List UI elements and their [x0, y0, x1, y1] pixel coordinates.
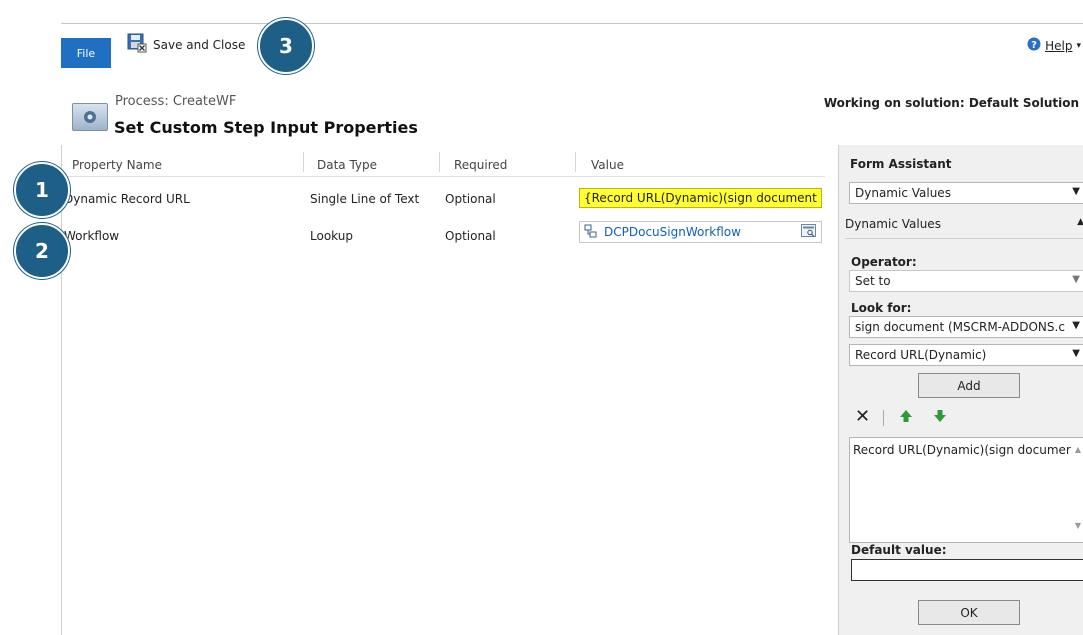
column-header-separator [575, 152, 576, 172]
workflow-lookup-field[interactable]: DCPDocuSignWorkflow [579, 221, 822, 243]
save-close-icon [127, 33, 147, 56]
row-2-property-name: Workflow [64, 229, 120, 243]
file-tab[interactable]: File [61, 38, 111, 68]
assistant-mode-select[interactable]: Dynamic Values ▼ [849, 182, 1083, 204]
lookup-icon[interactable] [801, 223, 817, 241]
dropdown-arrow-icon: ▼ [1072, 274, 1080, 285]
column-header-property-name[interactable]: Property Name [72, 158, 162, 172]
column-header-value[interactable]: Value [591, 158, 624, 172]
default-value-label: Default value: [851, 543, 947, 557]
grid-left-border [61, 145, 62, 635]
toolbar-separator [883, 410, 884, 426]
column-header-required[interactable]: Required [454, 158, 507, 172]
delete-icon[interactable]: ✕ [855, 408, 870, 426]
look-for-entity-select[interactable]: sign document (MSCRM-ADDONS.c ▼ [849, 316, 1083, 338]
dropdown-arrow-icon: ▼ [1072, 186, 1080, 197]
save-and-close-label: Save and Close [153, 37, 246, 52]
help-label: Help [1045, 38, 1073, 53]
row-2-required: Optional [445, 229, 496, 243]
dynamic-values-section-label[interactable]: Dynamic Values [845, 217, 941, 231]
row-1-property-name: Dynamic Record URL [64, 192, 190, 206]
collapse-icon[interactable]: ▲ [1077, 217, 1083, 227]
dropdown-arrow-icon: ▼ [1072, 320, 1080, 331]
column-separator [439, 152, 440, 172]
process-name: Process: CreateWF [115, 94, 237, 109]
grid-header: Property Name Data Type Required Value [62, 148, 825, 177]
process-icon [72, 103, 108, 131]
chevron-down-icon: ▾ [1076, 40, 1081, 51]
help-menu[interactable]: ? Help ▾ [1027, 37, 1081, 54]
look-for-field-value: Record URL(Dynamic) [855, 348, 987, 362]
callout-1: 1 [14, 162, 70, 218]
save-and-close-button[interactable]: Save and Close [127, 33, 245, 56]
operator-select[interactable]: Set to ▼ [849, 270, 1083, 292]
help-icon: ? [1027, 37, 1041, 54]
ok-button[interactable]: OK [918, 600, 1020, 625]
look-for-label: Look for: [851, 301, 912, 315]
page-title: Set Custom Step Input Properties [114, 118, 418, 137]
look-for-entity-value: sign document (MSCRM-ADDONS.c [855, 320, 1065, 334]
column-separator [303, 152, 304, 172]
solution-info: Working on solution: Default Solution [823, 96, 1079, 110]
operator-value: Set to [855, 274, 891, 288]
list-item[interactable]: Record URL(Dynamic)(sign documer [853, 443, 1071, 457]
default-value-input[interactable] [851, 559, 1083, 581]
callout-2: 2 [14, 223, 70, 279]
move-down-icon[interactable] [933, 409, 947, 426]
scroll-up-arrow-icon[interactable]: ▲ [1075, 445, 1081, 454]
move-up-icon[interactable] [899, 409, 913, 426]
dynamic-record-url-value[interactable]: {Record URL(Dynamic)(sign document (M [579, 188, 822, 208]
operator-label: Operator: [851, 255, 917, 269]
row-2-data-type: Lookup [310, 229, 353, 243]
form-assistant-title: Form Assistant [850, 157, 952, 171]
dynamic-values-list[interactable]: Record URL(Dynamic)(sign documer [849, 437, 1083, 543]
svg-text:?: ? [1031, 40, 1037, 51]
workflow-lookup-value[interactable]: DCPDocuSignWorkflow [604, 225, 795, 239]
row-1-data-type: Single Line of Text [310, 192, 420, 206]
ribbon-divider [61, 23, 1083, 24]
callout-3: 3 [258, 18, 314, 74]
row-1-required: Optional [445, 192, 496, 206]
scroll-down-arrow-icon[interactable]: ▼ [1075, 521, 1081, 530]
workflow-record-icon [584, 224, 598, 241]
section-divider [845, 238, 1083, 239]
assistant-mode-value: Dynamic Values [855, 186, 951, 200]
dropdown-arrow-icon: ▼ [1072, 348, 1080, 359]
add-button[interactable]: Add [918, 373, 1020, 398]
column-header-data-type[interactable]: Data Type [317, 158, 377, 172]
look-for-field-select[interactable]: Record URL(Dynamic) ▼ [849, 344, 1083, 366]
form-assistant-panel: Form Assistant Dynamic Values ▼ Dynamic … [838, 145, 1083, 635]
